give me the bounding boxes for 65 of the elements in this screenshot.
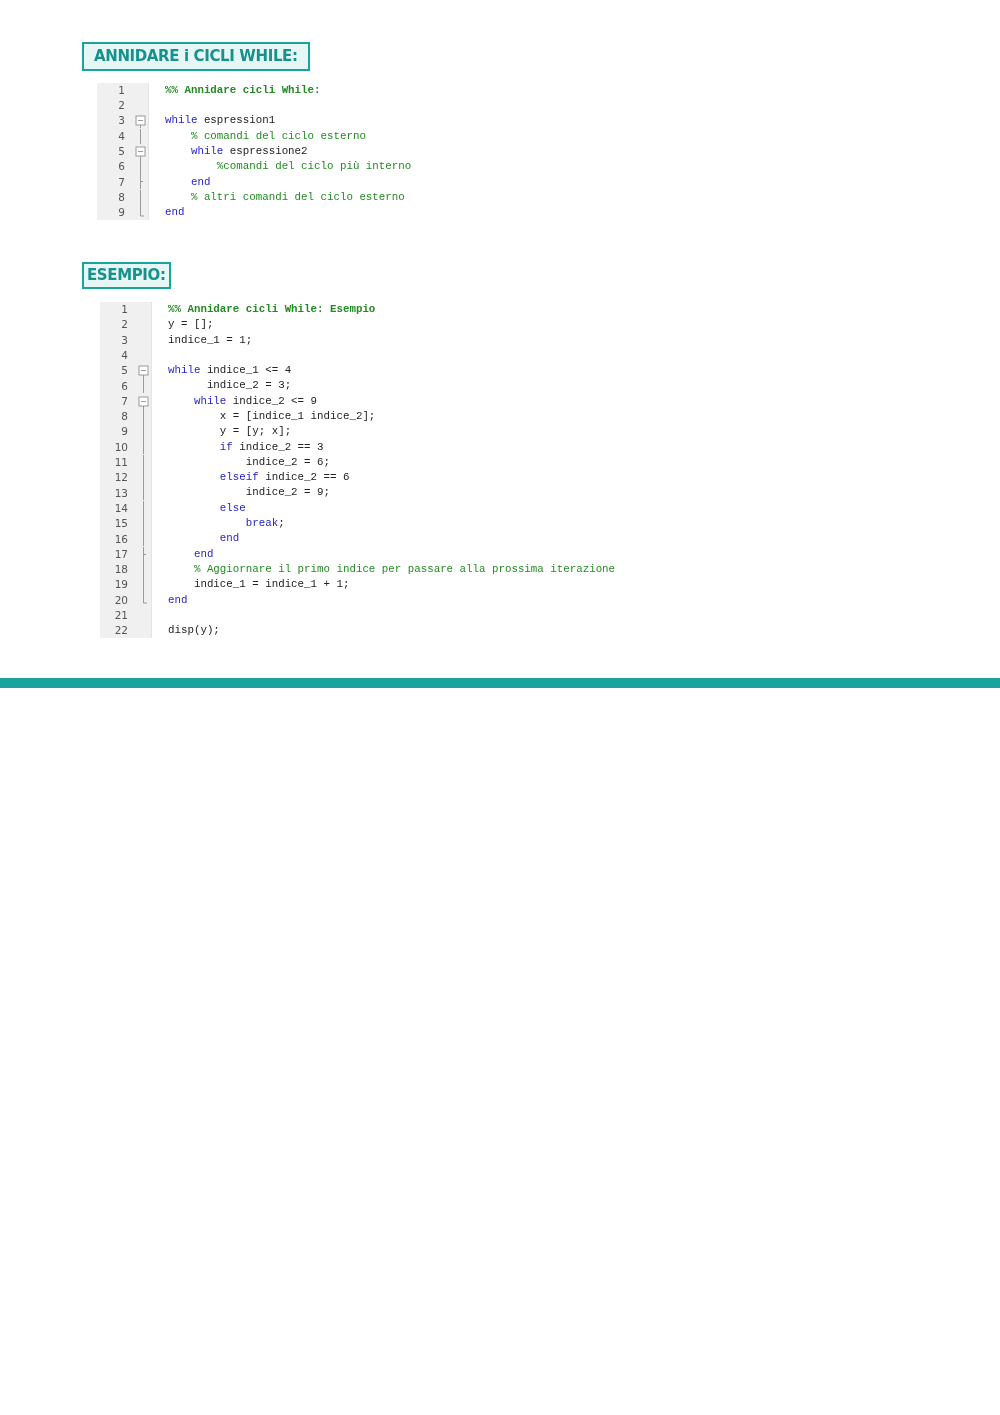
line-number: 3 xyxy=(117,115,125,126)
line-number: 20 xyxy=(113,594,128,606)
line-number: 2 xyxy=(117,100,125,111)
code-line: else xyxy=(218,502,246,514)
code-line: indice_2 = 6; xyxy=(244,456,330,468)
code-line: while indice_1 <= 4 xyxy=(168,365,292,376)
line-number: 4 xyxy=(120,349,128,361)
code-line: x = [indice_1 indice_2]; xyxy=(218,411,376,422)
code-line: while espressione2 xyxy=(189,145,308,157)
line-number: 19 xyxy=(113,579,128,590)
line-number: 3 xyxy=(120,334,128,346)
code-line: % Aggiornare il primo indice per passare alla prossima iterazione xyxy=(192,563,616,575)
code-line: disp(y); xyxy=(168,625,220,636)
code-line: y = []; xyxy=(168,319,214,330)
line-number: 21 xyxy=(113,610,128,621)
code-line: elseif indice_2 == 6 xyxy=(218,472,350,483)
code-line: if indice_2 == 3 xyxy=(218,441,324,453)
code-line: % altri comandi del ciclo esterno xyxy=(189,191,405,203)
code-line: indice_2 = 9; xyxy=(244,487,330,499)
code-line: y = [y; x]; xyxy=(218,426,292,438)
code-line: end xyxy=(192,548,214,560)
line-number: 1 xyxy=(120,304,128,315)
line-number: 12 xyxy=(113,472,128,483)
line-number: 8 xyxy=(120,411,128,422)
code-line: end xyxy=(165,207,185,218)
code-line: %comandi del ciclo più interno xyxy=(215,161,412,173)
line-number: 17 xyxy=(113,548,128,560)
line-number: 5 xyxy=(120,365,128,376)
line-number: 11 xyxy=(113,457,128,468)
code-line: end xyxy=(189,176,211,188)
line-number: 6 xyxy=(117,161,125,172)
section-heading: ANNIDARE i CICLI WHILE: xyxy=(82,42,310,71)
line-number: 8 xyxy=(117,191,125,203)
line-number: 1 xyxy=(117,84,125,96)
code-line: while espression1 xyxy=(165,115,276,127)
line-number: 7 xyxy=(120,395,128,407)
code-line: while indice_2 <= 9 xyxy=(192,395,318,407)
line-number: 16 xyxy=(113,533,128,544)
code-line: %% Annidare cicli While: xyxy=(165,84,321,96)
collapse-icon[interactable] xyxy=(138,393,149,409)
line-number: 13 xyxy=(113,487,128,499)
line-number: 15 xyxy=(113,518,128,529)
section-heading: ESEMPIO: xyxy=(82,262,171,289)
code-line: indice_1 = indice_1 + 1; xyxy=(192,579,350,591)
collapse-icon[interactable] xyxy=(135,113,146,129)
line-number: 5 xyxy=(117,146,125,157)
collapse-icon[interactable] xyxy=(138,363,149,378)
line-number: 10 xyxy=(113,441,128,453)
line-number: 7 xyxy=(117,176,125,188)
code-line: indice_2 = 3; xyxy=(205,380,292,392)
code-line: indice_1 = 1; xyxy=(168,334,253,346)
line-number: 9 xyxy=(120,426,128,437)
collapse-icon[interactable] xyxy=(135,143,146,159)
code-line: end xyxy=(218,533,240,545)
line-number: 9 xyxy=(117,207,125,218)
line-number: 6 xyxy=(120,380,128,392)
code-line: % comandi del ciclo esterno xyxy=(189,130,366,142)
code-line: %% Annidare cicli While: Esempio xyxy=(168,303,376,315)
code-line: break; xyxy=(244,518,285,529)
line-number: 4 xyxy=(117,130,125,142)
line-number: 22 xyxy=(113,625,128,636)
line-number: 14 xyxy=(113,502,128,514)
line-number: 18 xyxy=(113,564,128,575)
code-line: end xyxy=(168,594,188,606)
line-number: 2 xyxy=(120,319,128,330)
